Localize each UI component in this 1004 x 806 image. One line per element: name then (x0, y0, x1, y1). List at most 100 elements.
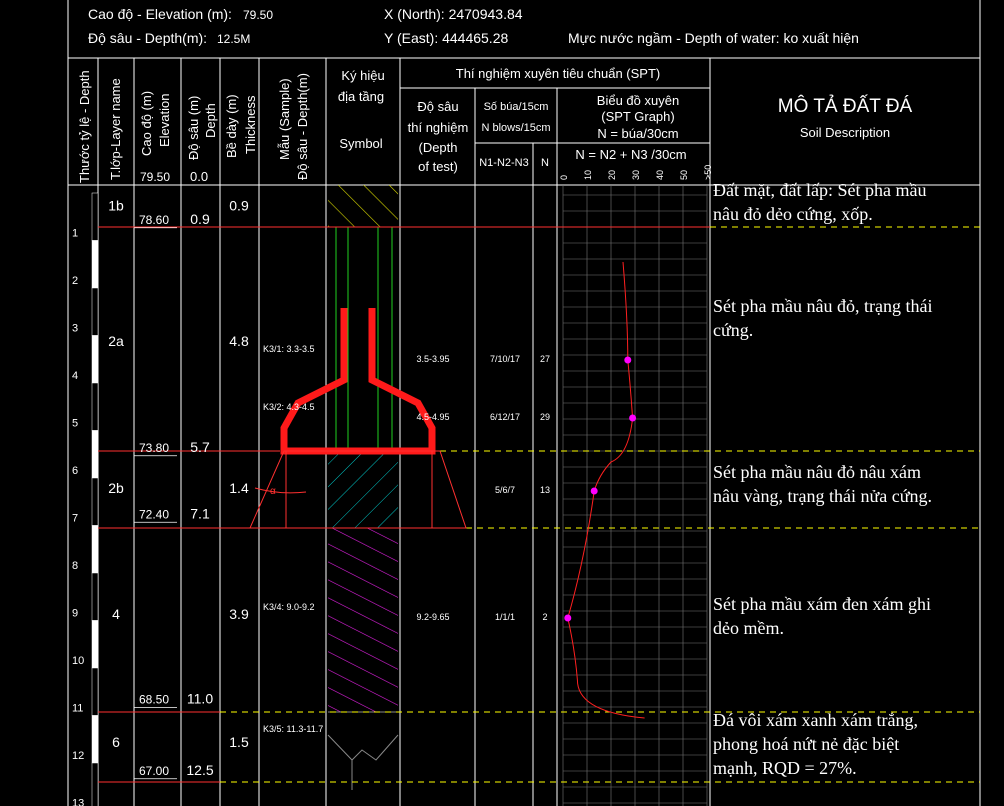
spt-n-value: 13 (540, 485, 550, 495)
spt-test-depth: 3.5-3.95 (416, 354, 449, 364)
soil-descriptions: Đất mặt, đất lấp: Sét pha mầu nâu đỏ dẻo … (713, 180, 932, 778)
header-symbol-en: Symbol (339, 136, 382, 151)
symbol-layer-6 (327, 711, 399, 790)
scale-tick-label: 9 (72, 608, 78, 620)
scale-segment (91, 715, 99, 764)
header-test-depth-2: thí nghiệm (408, 120, 469, 135)
scale-tick-label: 4 (72, 370, 78, 382)
header-symbol-1: Ký hiệu (341, 68, 384, 83)
spt-blows: 6/12/17 (490, 412, 520, 422)
header-sample: Mẫu (Sample) (277, 78, 292, 160)
layer-symbols (327, 185, 399, 790)
scale-tick-label: 1 (72, 228, 78, 240)
header-symbol-2: địa tầng (338, 89, 384, 104)
sample-rows: K3/1: 3.3-3.5 K3/2: 4.3-4.5 K3/4: 9.0-9.2 K… (263, 344, 323, 734)
scale-segment (91, 430, 99, 479)
layer-depth: 7.1 (190, 505, 210, 521)
header: Cao độ - Elevation (m): 79.50 Độ sâu - D… (88, 6, 859, 46)
header-elevation-en: Elevation (157, 94, 172, 147)
header-depth: Độ sâu (m) (186, 96, 201, 160)
layer-name: 1b (108, 197, 124, 213)
scale-segment (91, 240, 99, 289)
description-line: mạnh, RQD = 27%. (713, 758, 857, 778)
scale-tick-label: 2 (72, 275, 78, 287)
top-depth: 0.0 (190, 169, 208, 184)
scale-segment (91, 477, 99, 526)
graph-tick-label: 50 (679, 170, 689, 180)
graph-tick-label: 30 (631, 170, 641, 180)
header-spt-title: Thí nghiệm xuyên tiêu chuẩn (SPT) (456, 66, 661, 81)
layer-name: 6 (112, 734, 120, 750)
graph-tick-label: >50 (703, 165, 713, 180)
layer-depth: 12.5 (186, 762, 213, 778)
scale-tick-label: 10 (72, 655, 84, 667)
layer-depth: 5.7 (190, 439, 210, 455)
symbol-layer-2b (328, 451, 398, 528)
description-line: nâu đỏ dẻo cứng, xốp. (713, 204, 873, 224)
header-depth-en: Depth (203, 103, 218, 138)
header-graph-2: (SPT Graph) (601, 109, 674, 124)
elevation-value: 79.50 (243, 8, 273, 22)
water-depth: Mực nước ngầm - Depth of water: ko xuất … (568, 30, 859, 46)
header-n: N (541, 157, 549, 169)
layer-thickness: 1.4 (229, 480, 249, 496)
header-test-depth-4: of test) (418, 159, 458, 174)
header-layer-name: T.lớp-Layer name (108, 78, 123, 180)
description-line: Sét pha mầu xám đen xám ghi (713, 594, 931, 614)
east-coordinate: Y (East): 444465.28 (384, 30, 508, 46)
layer-name: 4 (112, 606, 120, 622)
header-description-en: Soil Description (800, 125, 890, 140)
spt-data-point (629, 414, 637, 422)
scale-tick-label: 12 (72, 750, 84, 762)
layer-thickness: 4.8 (229, 333, 249, 349)
spt-data-point (624, 356, 632, 364)
scale-segment (91, 572, 99, 621)
north-coordinate: X (North): 2470943.84 (384, 6, 523, 22)
scale-tick-label: 6 (72, 465, 78, 477)
description-line: dẻo mềm. (713, 618, 784, 638)
sample-label: K3/4: 9.0-9.2 (263, 602, 315, 612)
scale-segment (91, 762, 99, 806)
spt-curve-line (567, 261, 645, 719)
scale-segment (91, 287, 99, 336)
spt-test-depth: 9.2-9.65 (416, 612, 449, 622)
header-description: MÔ TẢ ĐẤT ĐÁ (778, 95, 913, 117)
header-sample-depth: Độ sâu - Depth(m) (295, 73, 310, 180)
header-thickness-en: Thickness (243, 95, 258, 154)
symbol-layer-4 (328, 528, 398, 712)
spt-graph-grid (562, 185, 708, 806)
layer-elevation: 68.50 (139, 693, 169, 707)
scale-tick-label: 13 (72, 798, 84, 806)
scale-segment (91, 620, 99, 669)
spt-test-depth: 4.5-4.95 (416, 412, 449, 422)
layer-depth: 0.9 (190, 211, 210, 227)
header-graph-3: N = búa/30cm (597, 126, 678, 141)
depth-value: 12.5M (217, 32, 250, 46)
layer-elevation: 67.00 (139, 764, 169, 778)
scale-tick-label: 5 (72, 418, 78, 430)
spt-n-value: 2 (542, 612, 547, 622)
layer-elevation: 72.40 (139, 507, 169, 521)
scale-segment (91, 192, 99, 241)
header-test-depth-3: (Depth (418, 140, 457, 155)
header-thickness: Bề dày (m) (224, 94, 239, 158)
scale-segment (91, 382, 99, 431)
description-line: Sét pha mầu nâu đỏ, trạng thái (713, 296, 932, 316)
header-blows-2: N blows/15cm (481, 122, 550, 134)
depth-label: Độ sâu - Depth(m): (88, 30, 207, 46)
scale-tick-label: 8 (72, 560, 78, 572)
top-elevation: 79.50 (140, 170, 170, 184)
description-line: Đất mặt, đất lấp: Sét pha mầu (713, 180, 926, 200)
description-line: Sét pha mầu nâu đỏ nâu xám (713, 462, 921, 482)
depth-scale-bar: 12345678910111213 (72, 192, 99, 806)
graph-tick-label: 0 (559, 175, 569, 180)
header-blows-1: Số búa/15cm (484, 101, 549, 113)
spt-blows: 5/6/7 (495, 485, 515, 495)
scale-tick-label: 7 (72, 513, 78, 525)
layer-rows: 1b 78.60 0.9 0.9 2a 73.80 5.7 4.8 2b 72.40 7.1 1.4 4… (108, 197, 249, 780)
layer-elevation: 73.80 (139, 441, 169, 455)
spt-blows: 1/1/1 (495, 612, 515, 622)
spt-blows: 7/10/17 (490, 354, 520, 364)
layer-name: 2a (108, 333, 124, 349)
layer-thickness: 1.5 (229, 734, 249, 750)
